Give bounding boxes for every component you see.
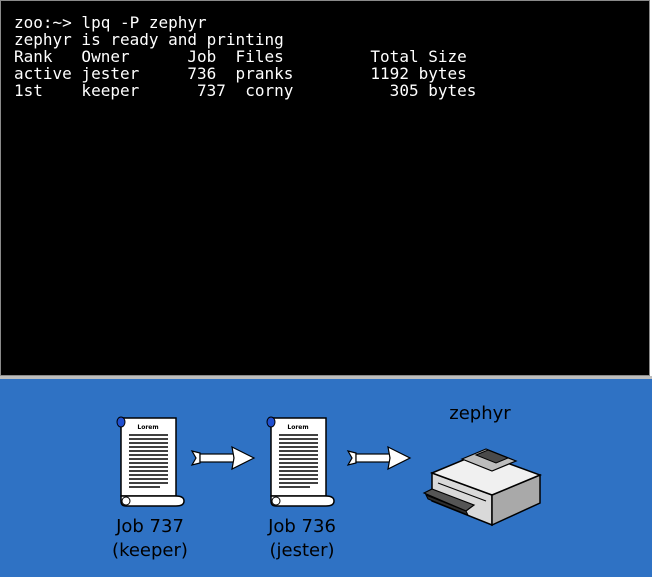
job-number: Job 736: [268, 516, 336, 537]
document-label: Lorem: [287, 424, 308, 431]
job-owner: (jester): [269, 540, 335, 561]
document-icon: Lorem: [262, 415, 336, 507]
print-queue-illustration: Lorem Job 737 (keeper) Lorem Job 736 (je…: [0, 379, 652, 577]
printer-icon: [422, 437, 544, 527]
terminal-line: 1st keeper 737 corny 305 bytes: [14, 81, 477, 100]
printer-name: zephyr: [449, 403, 511, 424]
terminal-window[interactable]: zoo:~> lpq -P zephyr zephyr is ready and…: [0, 0, 650, 376]
arrow-right-icon: [346, 444, 412, 472]
terminal-output: zoo:~> lpq -P zephyr zephyr is ready and…: [14, 14, 476, 99]
arrow-right-icon: [190, 444, 256, 472]
document-icon: Lorem: [112, 415, 186, 507]
job-caption: Job 736 (jester): [244, 515, 360, 563]
job-number: Job 737: [116, 516, 184, 537]
document-label: Lorem: [137, 424, 158, 431]
job-caption: Job 737 (keeper): [92, 515, 208, 563]
job-owner: (keeper): [112, 540, 188, 561]
